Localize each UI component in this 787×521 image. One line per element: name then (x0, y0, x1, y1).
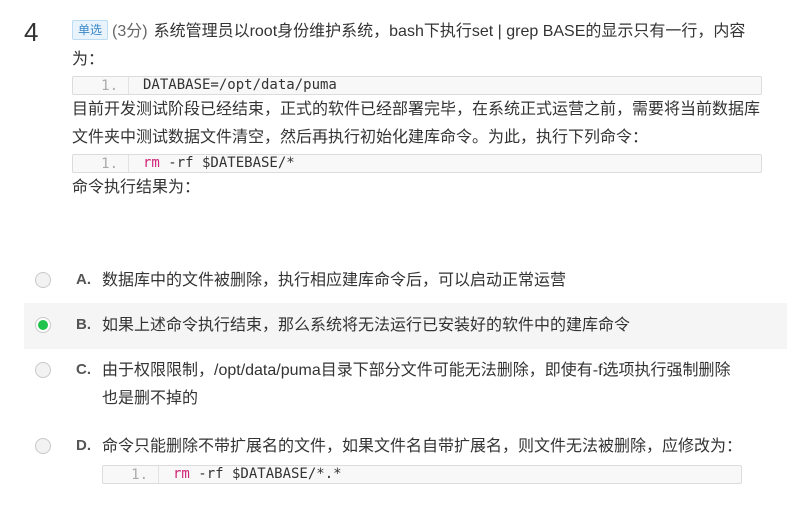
question-body: 单选 (3分) 系统管理员以root身份维护系统，bash下执行set | grep… (72, 18, 762, 202)
code-line-number: 1. (73, 155, 129, 172)
radio-button[interactable] (35, 362, 51, 378)
code-line-number: 1. (73, 77, 129, 94)
result-prompt: 命令执行结果为： (72, 179, 201, 196)
code-block-1: 1. DATABASE=/opt/data/puma (72, 76, 762, 95)
question-middle-text: 目前开发测试阶段已经结束，正式的软件已经部署完毕，在系统正式运营之前，需要将当前… (72, 101, 761, 146)
radio-button-selected[interactable] (35, 317, 51, 333)
code-text: rm -rf $DATABASE/*.* (159, 465, 342, 484)
option-text: 如果上述命令执行结束，那么系统将无法运行已安装好的软件中的建库命令 (102, 317, 631, 334)
option-text: 由于权限限制，/opt/data/puma目录下部分文件可能无法删除，即使有-f… (102, 362, 731, 407)
code-keyword: rm (143, 155, 160, 171)
option-c[interactable]: C. 由于权限限制，/opt/data/puma目录下部分文件可能无法删除，即使… (24, 349, 787, 424)
code-keyword: rm (173, 466, 190, 482)
code-text: rm -rf $DATEBASE/* (129, 154, 295, 173)
code-block-3: 1. rm -rf $DATABASE/*.* (102, 465, 742, 484)
option-a[interactable]: A. 数据库中的文件被删除，执行相应建库命令后，可以启动正常运营 (24, 258, 787, 303)
option-d[interactable]: D. 命令只能删除不带扩展名的文件，如果文件名自带扩展名，则文件无法被删除，应修… (24, 424, 787, 494)
code-args: -rf $DATABASE/*.* (189, 466, 342, 482)
option-b[interactable]: B. 如果上述命令执行结束，那么系统将无法运行已安装好的软件中的建库命令 (24, 303, 787, 349)
options-list: A. 数据库中的文件被删除，执行相应建库命令后，可以启动正常运营 B. 如果上述… (24, 258, 787, 494)
code-args: -rf $DATEBASE/* (159, 155, 295, 171)
radio-button[interactable] (35, 438, 51, 454)
question-score: (3分) (112, 23, 148, 40)
option-text: 命令只能删除不带扩展名的文件，如果文件名自带扩展名，则文件无法被删除，应修改为： (102, 438, 743, 455)
question-intro: 系统管理员以root身份维护系统，bash下执行set | grep BASE的… (72, 23, 746, 68)
code-line-number: 1. (103, 466, 159, 483)
radio-button[interactable] (35, 272, 51, 288)
code-block-2: 1. rm -rf $DATEBASE/* (72, 154, 762, 173)
option-letter: A. (76, 271, 91, 288)
question-number: 4 (24, 17, 39, 47)
option-content: 命令只能删除不带扩展名的文件，如果文件名自带扩展名，则文件无法被删除，应修改为：… (102, 433, 742, 485)
option-text: 数据库中的文件被删除，执行相应建库命令后，可以启动正常运营 (102, 272, 567, 289)
option-letter: B. (76, 316, 91, 333)
option-letter: C. (76, 361, 91, 378)
option-letter: D. (76, 437, 91, 454)
question-stem: 单选 (3分) 系统管理员以root身份维护系统，bash下执行set | grep… (72, 18, 762, 74)
question-type-badge: 单选 (72, 20, 109, 40)
code-text: DATABASE=/opt/data/puma (143, 77, 337, 93)
